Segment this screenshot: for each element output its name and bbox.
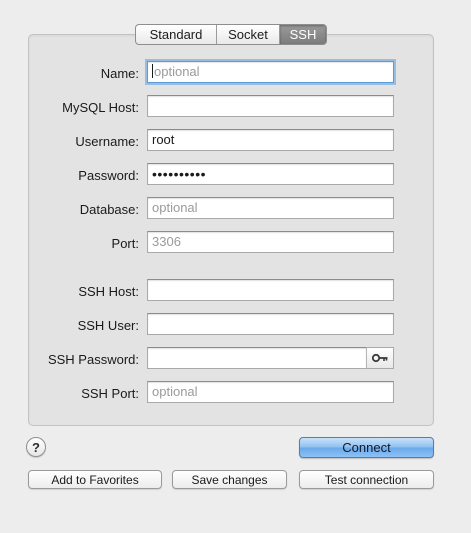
name-placeholder: optional xyxy=(154,64,200,79)
tab-ssh[interactable]: SSH xyxy=(279,25,326,44)
mysql-host-field[interactable] xyxy=(147,95,394,117)
save-changes-button[interactable]: Save changes xyxy=(172,470,287,489)
port-field[interactable]: 3306 xyxy=(147,231,394,253)
ssh-password-field[interactable] xyxy=(147,347,367,369)
port-label: Port: xyxy=(111,236,139,251)
question-mark-icon: ? xyxy=(32,439,40,455)
name-field[interactable]: optional xyxy=(147,61,394,83)
tab-standard[interactable]: Standard xyxy=(136,25,216,44)
ssh-port-field[interactable]: optional xyxy=(147,381,394,403)
username-field[interactable]: root xyxy=(147,129,394,151)
username-label: Username: xyxy=(75,134,139,149)
database-field[interactable]: optional xyxy=(147,197,394,219)
ssh-port-label: SSH Port: xyxy=(81,386,139,401)
database-label: Database: xyxy=(79,202,139,217)
mysql-host-label: MySQL Host: xyxy=(62,100,139,115)
tab-socket[interactable]: Socket xyxy=(216,25,279,44)
ssh-password-label: SSH Password: xyxy=(47,352,139,367)
test-connection-button[interactable]: Test connection xyxy=(299,470,434,489)
ssh-user-field[interactable] xyxy=(147,313,394,335)
name-label: Name: xyxy=(100,66,139,81)
help-button[interactable]: ? xyxy=(26,437,46,457)
add-to-favorites-button[interactable]: Add to Favorites xyxy=(28,470,162,489)
password-label: Password: xyxy=(78,168,139,183)
ssh-user-label: SSH User: xyxy=(77,318,139,333)
ssh-host-label: SSH Host: xyxy=(78,284,139,299)
text-caret xyxy=(152,64,153,78)
password-field[interactable]: •••••••••• xyxy=(147,163,394,185)
key-icon xyxy=(371,353,388,363)
connection-type-tabs: Standard Socket SSH xyxy=(135,24,327,45)
connect-button[interactable]: Connect xyxy=(299,437,434,458)
ssh-key-button[interactable] xyxy=(366,347,394,369)
ssh-host-field[interactable] xyxy=(147,279,394,301)
